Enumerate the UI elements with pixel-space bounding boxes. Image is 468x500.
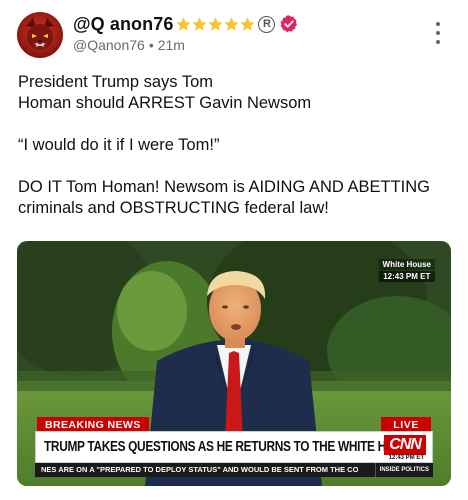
star-icon — [176, 16, 192, 31]
location-time: 12:43 PM ET — [378, 271, 435, 282]
name-row: @Q anon76 R — [73, 13, 299, 35]
ticker-text: NES ARE ON A "PREPARED TO DEPLOY STATUS"… — [41, 465, 359, 474]
red-wolf-avatar-icon — [26, 18, 54, 50]
network-time: 12:43 PM ET — [388, 455, 424, 461]
post-line: President Trump says Tom — [18, 73, 214, 91]
headline-bar: TRUMP TAKES QUESTIONS AS HE RETURNS TO T… — [35, 431, 433, 463]
separator: • — [148, 37, 154, 53]
star-icon — [192, 16, 208, 31]
post-line: criminals and OBSTRUCTING federal law! — [18, 199, 329, 217]
cnn-logo: CNN — [384, 435, 426, 455]
timestamp[interactable]: 21m — [158, 37, 185, 53]
verified-badge-icon — [280, 15, 298, 33]
location-tag: White House 12:43 PM ET — [378, 259, 435, 282]
video-embed[interactable]: White House 12:43 PM ET BREAKING NEWS LI… — [17, 241, 451, 486]
post-text: President Trump says Tom Homan should AR… — [18, 72, 454, 219]
handle[interactable]: @Qanon76 — [73, 37, 145, 53]
post-header: @Q anon76 R @Qanon76 • 21m — [17, 12, 453, 60]
avatar[interactable] — [17, 12, 63, 58]
location-label: White House — [378, 259, 435, 270]
star-rating — [175, 16, 256, 33]
handle-row: @Qanon76 • 21m — [73, 37, 185, 53]
ticker-tag: INSIDE POLITICS — [374, 463, 433, 477]
headline-text: TRUMP TAKES QUESTIONS AS HE RETURNS TO T… — [44, 439, 419, 455]
post-line: “I would do it if I were Tom!” — [18, 136, 220, 154]
more-options-icon[interactable] — [435, 22, 441, 44]
news-ticker: NES ARE ON A "PREPARED TO DEPLOY STATUS"… — [35, 463, 433, 477]
post-line: DO IT Tom Homan! Newsom is AIDING AND AB… — [18, 178, 430, 196]
star-icon — [208, 16, 224, 31]
star-icon — [224, 16, 240, 31]
post-line: Homan should ARREST Gavin Newsom — [18, 94, 312, 112]
display-name[interactable]: @Q anon76 — [73, 14, 173, 35]
registered-mark: R — [258, 15, 276, 33]
star-icon — [240, 16, 256, 31]
